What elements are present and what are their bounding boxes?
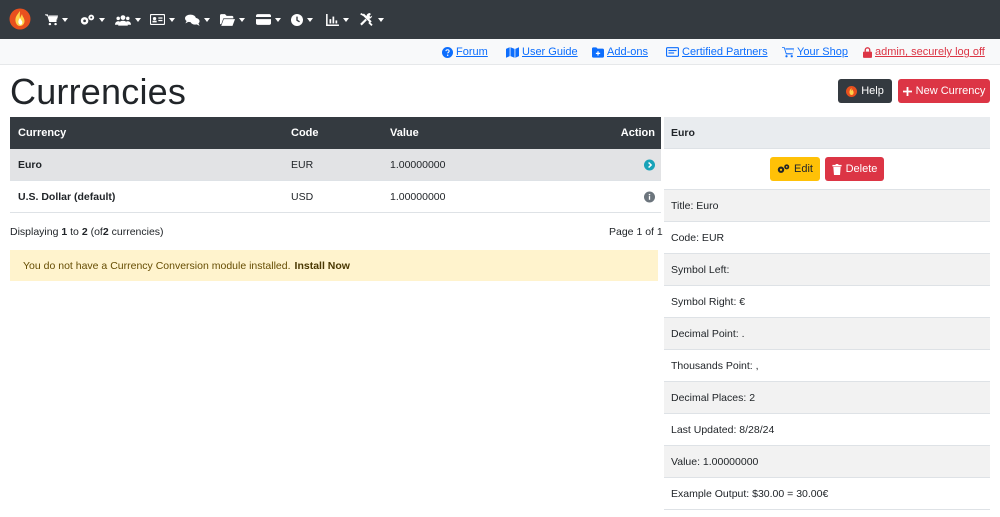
row-currency: Euro (18, 158, 42, 171)
header-value: Value (390, 127, 419, 139)
delete-button[interactable]: Delete (825, 157, 884, 181)
folder-plus-icon (592, 46, 604, 58)
panel-row-code: Code: EUR (664, 222, 990, 254)
info-icon[interactable] (644, 191, 655, 202)
addons-link[interactable]: Add-ons (592, 46, 648, 58)
page-info: Page 1 of 1 (609, 226, 663, 238)
row-code: EUR (291, 158, 314, 171)
gears-icon (80, 14, 95, 25)
conversion-module-alert: You do not have a Currency Conversion mo… (10, 250, 658, 281)
tools-icon (360, 13, 373, 26)
nav-orders-dropdown[interactable] (220, 12, 245, 27)
nav-tools-dropdown[interactable] (360, 12, 384, 27)
trash-icon (832, 163, 842, 175)
help-button[interactable]: Help (838, 79, 892, 103)
gears-icon (777, 164, 790, 173)
currencies-table: Currency Code Value Action Euro EUR 1.00… (10, 117, 661, 213)
table-row[interactable]: Euro EUR 1.00000000 (10, 149, 661, 181)
row-action[interactable] (644, 191, 655, 202)
table-header: Currency Code Value Action (10, 117, 661, 149)
nav-reports-dropdown[interactable] (326, 12, 349, 27)
nav-customers-dropdown[interactable] (115, 12, 141, 27)
id-card-icon (150, 14, 165, 25)
lock-icon (863, 46, 872, 58)
credit-card-icon (256, 14, 271, 25)
flame-icon (846, 85, 858, 97)
user-guide-link[interactable]: User Guide (506, 46, 578, 58)
nav-tools-history-dropdown[interactable] (291, 12, 313, 27)
nav-modules-dropdown[interactable] (80, 12, 105, 27)
header-currency: Currency (18, 127, 67, 139)
your-shop-link[interactable]: Your Shop (782, 46, 848, 58)
alert-text: You do not have a Currency Conversion mo… (23, 259, 291, 272)
panel-row-title: Title: Euro (664, 190, 990, 222)
top-navbar (0, 0, 1000, 39)
panel-actions: Edit Delete (664, 149, 990, 190)
row-value: 1.00000000 (390, 190, 446, 203)
chart-icon (326, 13, 339, 26)
nav-payments-dropdown[interactable] (256, 12, 281, 27)
header-action: Action (620, 127, 655, 139)
currency-info-panel: Euro Edit Delete Title: Euro Code: EUR S… (664, 117, 990, 510)
edit-button[interactable]: Edit (770, 157, 820, 181)
panel-row-thousands-point: Thousands Point: , (664, 350, 990, 382)
cart-icon (45, 13, 58, 25)
panel-row-example-output: Example Output: $30.00 = 30.00€ (664, 478, 990, 510)
folder-icon (220, 13, 235, 26)
question-circle-icon (442, 46, 453, 58)
panel-row-last-updated: Last Updated: 8/28/24 (664, 414, 990, 446)
panel-row-decimal-places: Decimal Places: 2 (664, 382, 990, 414)
users-icon (115, 14, 131, 26)
install-now-link[interactable]: Install Now (295, 260, 350, 272)
panel-row-symbol-left: Symbol Left: (664, 254, 990, 286)
nav-localization-dropdown[interactable] (185, 12, 210, 27)
header-code: Code (291, 127, 319, 139)
comments-icon (185, 14, 200, 26)
logoff-link[interactable]: admin, securely log off (863, 46, 985, 58)
shopping-cart-icon (782, 46, 794, 57)
new-currency-button[interactable]: New Currency (898, 79, 990, 103)
nav-locations-dropdown[interactable] (150, 12, 175, 27)
forum-link[interactable]: Forum (442, 46, 488, 58)
id-badge-icon (666, 47, 679, 57)
table-row[interactable]: U.S. Dollar (default) USD 1.00000000 (10, 181, 661, 213)
logo-icon[interactable] (9, 8, 31, 30)
nav-catalog-dropdown[interactable] (45, 12, 68, 27)
row-currency: U.S. Dollar (default) (18, 190, 116, 203)
map-icon (506, 46, 519, 58)
panel-row-decimal-point: Decimal Point: . (664, 318, 990, 350)
row-action[interactable] (644, 159, 655, 170)
row-value: 1.00000000 (390, 158, 446, 171)
clock-icon (291, 13, 303, 26)
page-title: Currencies (10, 71, 187, 112)
displaying-count: Displaying 1 to 2 (of2 currencies) (10, 226, 164, 238)
panel-row-value: Value: 1.00000000 (664, 446, 990, 478)
certified-partners-link[interactable]: Certified Partners (666, 46, 768, 58)
secondary-link-bar: Forum User Guide Add-ons Certified Partn… (0, 39, 1000, 65)
row-code: USD (291, 190, 314, 203)
plus-icon (902, 86, 912, 96)
panel-title: Euro (664, 117, 990, 149)
panel-row-symbol-right: Symbol Right: € (664, 286, 990, 318)
arrow-right-icon[interactable] (644, 159, 655, 170)
